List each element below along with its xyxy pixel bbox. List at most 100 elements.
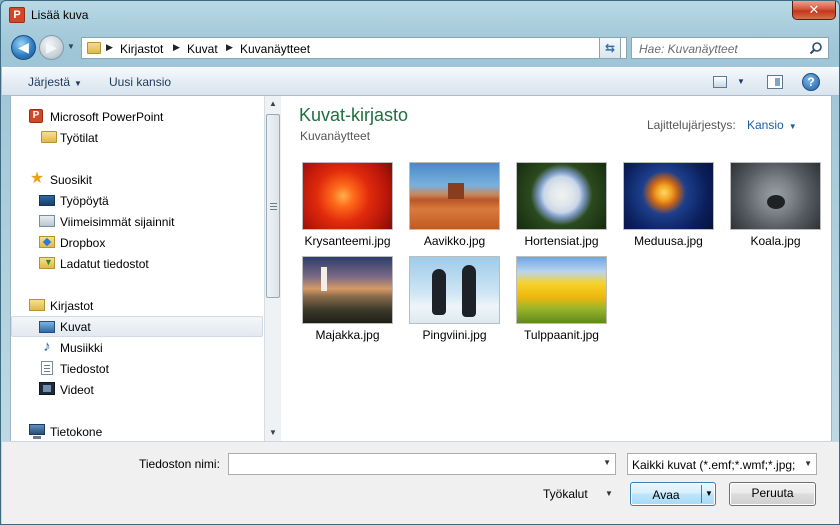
search-icon[interactable]	[809, 41, 823, 55]
filename-dropdown-icon[interactable]: ▼	[603, 458, 611, 467]
folder-icon	[41, 131, 57, 143]
tulips-image	[516, 256, 607, 324]
star-icon: ★	[29, 170, 45, 187]
file-name: Tulppaanit.jpg	[524, 328, 599, 342]
powerpoint-app-icon: P	[9, 7, 25, 23]
sidebar-item-workspaces[interactable]: Työtilat	[11, 127, 263, 148]
insert-picture-dialog: P Lisää kuva ✕ ◀ ▶ ▼ ▶ Kirjastot ▶ Kuvat…	[0, 0, 840, 525]
sort-dropdown[interactable]: Kansio ▼	[747, 118, 797, 132]
documents-icon	[41, 361, 53, 375]
dialog-footer: Tiedoston nimi: ▼ Kaikki kuvat (*.emf;*.…	[2, 441, 839, 524]
jellyfish-image	[623, 162, 714, 230]
close-button[interactable]: ✕	[792, 1, 836, 20]
sidebar-item-label: Työtilat	[60, 131, 99, 145]
file-thumbnail[interactable]: Krysanteemi.jpg	[294, 162, 401, 254]
navigation-pane: P Microsoft PowerPoint Työtilat ★ Suosik…	[10, 96, 264, 441]
sidebar-item-favorites[interactable]: ★ Suosikit	[11, 169, 263, 190]
sidebar-item-recent-places[interactable]: Viimeisimmät sijainnit	[11, 211, 263, 232]
breadcrumb-separator-icon[interactable]: ▶	[173, 42, 180, 53]
file-name: Aavikko.jpg	[423, 234, 486, 248]
sidebar-item-libraries[interactable]: Kirjastot	[11, 295, 263, 316]
forward-button[interactable]: ▶	[39, 35, 64, 60]
sidebar-item-label: Microsoft PowerPoint	[50, 110, 164, 124]
recent-places-icon	[39, 215, 55, 227]
preview-pane-icon[interactable]	[767, 75, 783, 89]
open-button[interactable]: Avaa ▼	[630, 482, 716, 506]
sidebar-item-powerpoint[interactable]: P Microsoft PowerPoint	[11, 106, 263, 127]
help-icon[interactable]: ?	[802, 73, 820, 91]
scroll-down-icon[interactable]: ▼	[265, 425, 281, 441]
desert-image	[409, 162, 500, 230]
title-bar: P Lisää kuva ✕	[1, 1, 839, 31]
file-name: Majakka.jpg	[315, 328, 380, 342]
lighthouse-image	[302, 256, 393, 324]
file-thumbnail[interactable]: Meduusa.jpg	[615, 162, 722, 254]
file-name: Meduusa.jpg	[634, 234, 703, 248]
sidebar-item-downloads[interactable]: Ladatut tiedostot	[11, 253, 263, 274]
cancel-button[interactable]: Peruuta	[729, 482, 816, 506]
command-toolbar: Järjestä ▼ Uusi kansio ▼ ?	[2, 67, 839, 96]
tools-button[interactable]: Työkalut	[543, 487, 588, 501]
powerpoint-icon: P	[29, 109, 43, 123]
sidebar-item-documents[interactable]: Tiedostot	[11, 358, 263, 379]
chevron-down-icon: ▼	[74, 79, 82, 88]
file-type-value: Kaikki kuvat (*.emf;*.wmf;*.jpg;	[632, 458, 796, 472]
file-type-select[interactable]: Kaikki kuvat (*.emf;*.wmf;*.jpg; ▼	[627, 453, 817, 475]
search-input[interactable]: Hae: Kuvanäytteet	[631, 37, 829, 59]
file-thumbnail[interactable]: Hortensiat.jpg	[508, 162, 615, 254]
address-bar[interactable]: ▶ Kirjastot ▶ Kuvat ▶ Kuvanäytteet ▼	[81, 37, 627, 59]
breadcrumb-sample-pictures[interactable]: Kuvanäytteet	[240, 42, 310, 56]
file-thumbnail[interactable]: Aavikko.jpg	[401, 162, 508, 254]
dropbox-icon	[39, 236, 55, 248]
sidebar-item-dropbox[interactable]: Dropbox	[11, 232, 263, 253]
sidebar-item-label: Ladatut tiedostot	[60, 257, 149, 271]
hydrangeas-image	[516, 162, 607, 230]
change-view-icon[interactable]	[713, 76, 727, 88]
file-thumbnail[interactable]: Koala.jpg	[722, 162, 829, 254]
sidebar-item-videos[interactable]: Videot	[11, 379, 263, 400]
new-folder-button[interactable]: Uusi kansio	[109, 75, 171, 89]
sidebar-item-desktop[interactable]: Työpöytä	[11, 190, 263, 211]
sidebar-item-label: Kirjastot	[50, 299, 94, 313]
file-list-pane: Kuvat-kirjasto Kuvanäytteet Lajittelujär…	[281, 96, 832, 441]
organize-button[interactable]: Järjestä ▼	[28, 75, 82, 89]
sidebar-item-label: Työpöytä	[60, 194, 109, 208]
sort-label: Lajittelujärjestys:	[647, 118, 736, 132]
sidebar-item-computer[interactable]: Tietokone	[11, 421, 263, 441]
scroll-up-icon[interactable]: ▲	[265, 96, 281, 112]
breadcrumb-libraries[interactable]: Kirjastot	[120, 42, 163, 56]
scrollbar-thumb[interactable]	[266, 114, 280, 298]
sidebar-item-music[interactable]: ♪ Musiikki	[11, 337, 263, 358]
breadcrumb-separator-icon[interactable]: ▶	[106, 42, 113, 53]
library-title: Kuvat-kirjasto	[299, 105, 409, 125]
chevron-down-icon: ▼	[788, 122, 797, 131]
file-name: Pingviini.jpg	[422, 328, 487, 342]
navigation-scrollbar[interactable]: ▲ ▼	[264, 96, 281, 441]
tools-chevron-icon[interactable]: ▼	[605, 489, 613, 498]
sidebar-item-label: Viimeisimmät sijainnit	[60, 215, 175, 229]
organize-label: Järjestä	[28, 75, 71, 89]
sidebar-item-label: Kuvat	[60, 320, 91, 334]
view-options-chevron-icon[interactable]: ▼	[737, 77, 745, 86]
sidebar-item-label: Suosikit	[50, 173, 93, 187]
sidebar-item-label: Tietokone	[50, 425, 103, 439]
breadcrumb-pictures[interactable]: Kuvat	[187, 42, 218, 56]
penguins-image	[409, 256, 500, 324]
refresh-button[interactable]: ⇆	[599, 37, 621, 59]
file-thumbnail[interactable]: Tulppaanit.jpg	[508, 256, 615, 348]
library-subtitle: Kuvanäytteet	[300, 129, 371, 143]
navigation-bar: ◀ ▶ ▼ ▶ Kirjastot ▶ Kuvat ▶ Kuvanäytteet…	[9, 33, 833, 61]
recent-pages-dropdown[interactable]: ▼	[67, 42, 76, 51]
sidebar-item-label: Dropbox	[60, 236, 106, 250]
computer-icon	[29, 424, 45, 439]
koala-image	[730, 162, 821, 230]
breadcrumb-separator-icon[interactable]: ▶	[226, 42, 233, 53]
file-name: Krysanteemi.jpg	[304, 234, 391, 248]
open-options-chevron-icon[interactable]: ▼	[705, 489, 713, 498]
downloads-icon	[39, 257, 55, 269]
file-thumbnail[interactable]: Pingviini.jpg	[401, 256, 508, 348]
back-button[interactable]: ◀	[11, 35, 36, 60]
sidebar-item-pictures[interactable]: Kuvat	[11, 316, 263, 337]
filename-field[interactable]: ▼	[228, 453, 616, 475]
file-thumbnail[interactable]: Majakka.jpg	[294, 256, 401, 348]
